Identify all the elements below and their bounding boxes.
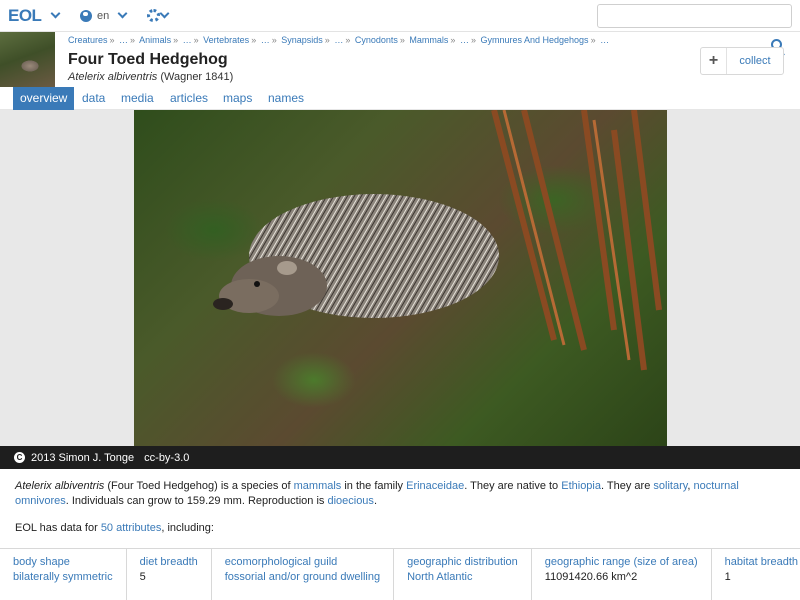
summary-text: in the family — [341, 480, 407, 492]
breadcrumb-item[interactable]: Synapsids — [281, 35, 323, 45]
breadcrumb-item[interactable]: … — [183, 35, 192, 45]
summary-text: . They are — [601, 480, 654, 492]
attribute-key[interactable]: ecomorphological guild — [225, 556, 380, 568]
taxon-header: Creatures» …» Animals» …» Vertebrates» …… — [0, 32, 800, 87]
breadcrumb-separator: » — [193, 35, 199, 45]
tab-data[interactable]: data — [75, 87, 112, 110]
breadcrumb-separator: » — [450, 35, 456, 45]
breadcrumb-separator: » — [251, 35, 257, 45]
summary-text: . Individuals can grow to 159.29 mm. Rep… — [65, 495, 328, 507]
gear-icon[interactable] — [147, 9, 160, 22]
link-mammals[interactable]: mammals — [294, 480, 342, 492]
breadcrumb-item[interactable]: Vertebrates — [203, 35, 249, 45]
attribute-geographic-range[interactable]: geographic range (size of area) 11091420… — [532, 549, 712, 600]
breadcrumb-item[interactable]: … — [334, 35, 343, 45]
attribute-value: 11091420.66 km^2 — [544, 571, 638, 583]
attribute-key[interactable]: geographic range (size of area) — [545, 556, 698, 568]
top-bar: EOL en — [0, 0, 800, 32]
foliage-overlay — [491, 110, 662, 371]
tab-articles[interactable]: articles — [163, 87, 215, 110]
breadcrumb-separator: » — [130, 35, 136, 45]
breadcrumb-item[interactable]: Creatures — [68, 35, 108, 45]
summary-text: . They are native to — [464, 480, 562, 492]
breadcrumb-separator: » — [324, 35, 330, 45]
breadcrumb-item[interactable]: … — [261, 35, 270, 45]
collect-label: collect — [739, 55, 771, 67]
page-title: Four Toed Hedgehog — [68, 51, 228, 68]
plus-icon: + — [701, 48, 727, 74]
link-solitary[interactable]: solitary — [653, 480, 687, 492]
breadcrumb-item[interactable]: … — [119, 35, 128, 45]
chevron-down-icon[interactable] — [117, 8, 128, 19]
link-attributes[interactable]: 50 attributes — [101, 522, 162, 534]
summary-text: (Four Toed Hedgehog) is a species of — [104, 480, 294, 492]
copyright-icon: C — [14, 452, 25, 463]
tab-overview[interactable]: overview — [13, 87, 75, 110]
attribute-body-shape[interactable]: body shape bilaterally symmetric — [0, 549, 127, 600]
attribute-diet-breadth[interactable]: diet breadth 5 — [127, 549, 212, 600]
attribute-summary-text: EOL has data for — [15, 522, 101, 534]
breadcrumb-item[interactable]: … — [600, 35, 609, 45]
breadcrumb: Creatures» …» Animals» …» Vertebrates» …… — [68, 35, 609, 45]
attribute-summary: EOL has data for 50 attributes, includin… — [15, 522, 214, 534]
globe-icon[interactable] — [80, 10, 92, 22]
tab-names[interactable]: names — [261, 87, 311, 110]
breadcrumb-item[interactable]: Animals — [139, 35, 171, 45]
hedgehog-photo[interactable] — [134, 110, 667, 446]
breadcrumb-separator: » — [345, 35, 351, 45]
taxon-summary: Atelerix albiventris (Four Toed Hedgehog… — [15, 479, 785, 509]
summary-text: . — [373, 495, 377, 507]
breadcrumb-separator: » — [109, 35, 115, 45]
breadcrumb-separator: » — [590, 35, 596, 45]
attribute-value[interactable]: North Atlantic — [407, 571, 518, 583]
link-erinaceidae[interactable]: Erinaceidae — [406, 480, 464, 492]
attribute-ecomorphological-guild[interactable]: ecomorphological guild fossorial and/or … — [212, 549, 395, 600]
attribute-value[interactable]: bilaterally symmetric — [13, 571, 113, 583]
breadcrumb-separator: » — [399, 35, 405, 45]
attribute-key[interactable]: diet breadth — [140, 556, 198, 568]
eol-logo[interactable]: EOL — [8, 6, 42, 26]
breadcrumb-item[interactable]: … — [460, 35, 469, 45]
breadcrumb-separator: » — [173, 35, 179, 45]
scientific-authority: (Wagner 1841) — [160, 71, 234, 83]
taxon-thumbnail[interactable] — [0, 32, 55, 87]
photo-credit: 2013 Simon J. Tonge — [31, 451, 135, 464]
attribute-key[interactable]: body shape — [13, 556, 113, 568]
attribute-key[interactable]: geographic distribution — [407, 556, 518, 568]
tab-maps[interactable]: maps — [216, 87, 259, 110]
attribute-value: 1 — [724, 571, 731, 583]
link-dioecious[interactable]: dioecious — [327, 495, 373, 507]
chevron-down-icon[interactable] — [50, 8, 61, 19]
attributes-strip: body shape bilaterally symmetric diet br… — [0, 548, 800, 600]
license-link[interactable]: cc-by-3.0 — [144, 452, 189, 464]
collect-button[interactable]: + collect — [700, 47, 784, 75]
tab-media[interactable]: media — [114, 87, 161, 110]
breadcrumb-item[interactable]: Cynodonts — [355, 35, 398, 45]
link-ethiopia[interactable]: Ethiopia — [561, 480, 601, 492]
breadcrumb-item[interactable]: Mammals — [409, 35, 448, 45]
scientific-binomial: Atelerix albiventris — [68, 71, 158, 83]
search-input[interactable] — [597, 4, 792, 28]
attribute-habitat-breadth[interactable]: habitat breadth 1 — [712, 549, 800, 600]
breadcrumb-separator: » — [470, 35, 476, 45]
attribute-value[interactable]: fossorial and/or ground dwelling — [225, 571, 380, 583]
language-selector[interactable]: en — [97, 10, 109, 22]
attribute-value: 5 — [139, 571, 146, 583]
scientific-name: Atelerix albiventris (Wagner 1841) — [68, 71, 233, 83]
attribute-summary-text: , including: — [161, 522, 214, 534]
breadcrumb-separator: » — [271, 35, 277, 45]
tab-bar: overview data media articles maps names — [0, 87, 800, 110]
breadcrumb-item[interactable]: Gymnures And Hedgehogs — [480, 35, 588, 45]
attribute-geographic-distribution[interactable]: geographic distribution North Atlantic — [394, 549, 532, 600]
photo-caption: C 2013 Simon J. Tonge cc-by-3.0 — [0, 446, 800, 469]
summary-sci-name: Atelerix albiventris — [15, 480, 105, 492]
chevron-down-icon[interactable] — [159, 8, 170, 19]
attribute-key[interactable]: habitat breadth — [725, 556, 798, 568]
media-viewer: C 2013 Simon J. Tonge cc-by-3.0 — [0, 110, 800, 469]
